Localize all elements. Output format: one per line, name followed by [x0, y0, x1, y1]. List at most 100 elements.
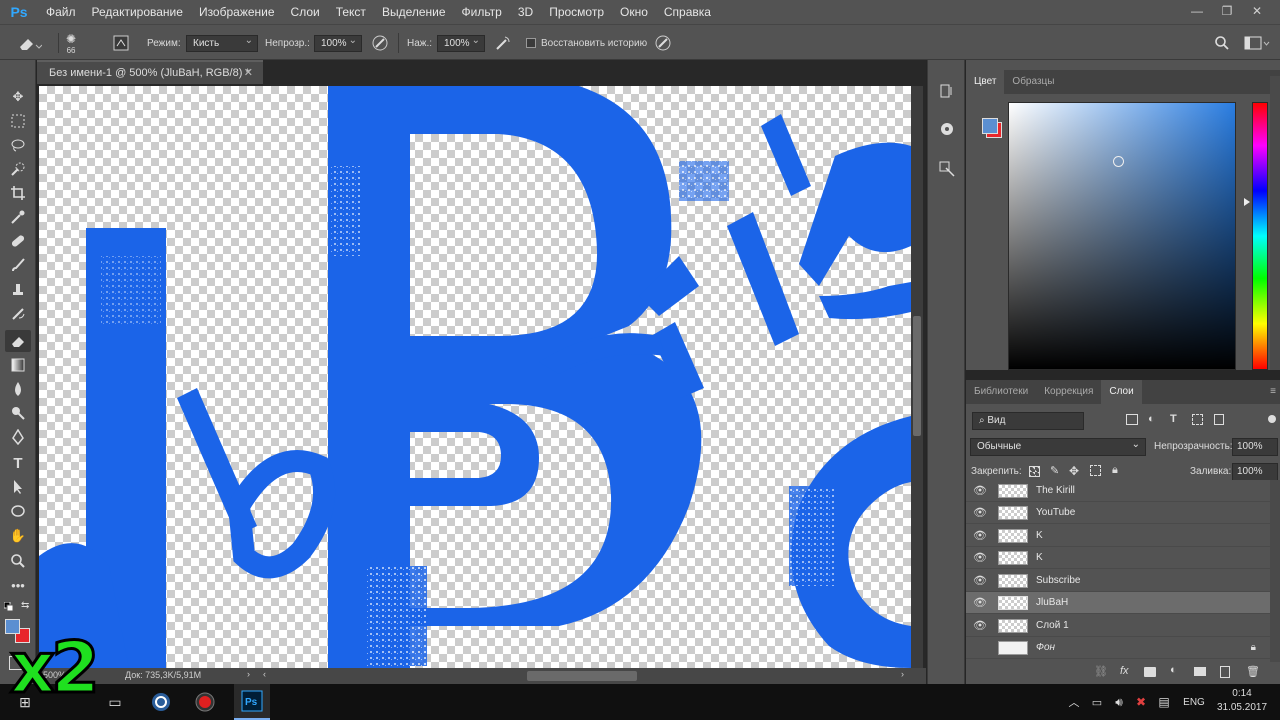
panel-menu-icon[interactable]: ≡	[1270, 386, 1276, 397]
tab-color[interactable]: Цвет	[966, 70, 1005, 94]
status-expand-icon[interactable]: ›	[247, 669, 250, 679]
language-indicator[interactable]: ENG	[1180, 684, 1208, 720]
filter-type-icon[interactable]: T	[1170, 413, 1177, 425]
blend-mode-select[interactable]: Обычные ⌄	[970, 438, 1146, 456]
menu-view[interactable]: Просмотр	[541, 0, 612, 24]
layer-row-jlubah[interactable]: 👁︎ JluBaH	[966, 592, 1270, 614]
tab-swatches[interactable]: Образцы	[1004, 70, 1062, 94]
close-document-icon[interactable]: ✕	[244, 62, 253, 84]
volume-icon[interactable]: 🔊︎	[1110, 684, 1128, 720]
pressure-opacity-icon[interactable]	[371, 25, 389, 61]
layer-row-layer-1[interactable]: 👁︎ Слой 1	[966, 615, 1270, 637]
pen-tool-icon[interactable]	[5, 426, 31, 448]
swap-colors-icon[interactable]: ⇆	[21, 600, 29, 611]
brush-size-picker[interactable]: ✺ 66	[66, 25, 76, 61]
filter-shape-icon[interactable]	[1192, 414, 1203, 425]
clock[interactable]: 0:14 31.05.2017	[1212, 687, 1272, 715]
tab-layers[interactable]: Слои	[1101, 380, 1142, 404]
visibility-eye-icon[interactable]: 👁︎	[966, 529, 994, 542]
clone-stamp-tool-icon[interactable]	[5, 278, 31, 300]
filter-pixel-icon[interactable]	[1126, 414, 1138, 425]
blur-tool-icon[interactable]	[5, 378, 31, 400]
path-selection-tool-icon[interactable]	[5, 476, 31, 498]
layer-row-subscribe[interactable]: 👁︎ Subscribe	[966, 570, 1270, 592]
menu-type[interactable]: Текст	[328, 0, 374, 24]
layer-row-k-2[interactable]: 👁︎ K	[966, 547, 1270, 569]
visibility-toggle-empty[interactable]: ·	[966, 642, 994, 654]
hand-tool-icon[interactable]: ✋	[5, 525, 31, 547]
lasso-tool-icon[interactable]	[5, 134, 31, 156]
type-tool-icon[interactable]: T	[5, 452, 31, 474]
fill-input[interactable]: 100%	[1232, 463, 1278, 481]
flow-input[interactable]: 100%	[437, 33, 485, 52]
tab-libraries[interactable]: Библиотеки	[966, 380, 1036, 404]
visibility-eye-icon[interactable]: 👁︎	[966, 619, 994, 632]
opacity-input[interactable]: 100%	[314, 33, 362, 52]
layer-row-youtube[interactable]: 👁︎ YouTube	[966, 502, 1270, 524]
history-panel-icon[interactable]	[936, 80, 958, 102]
scroll-left-icon[interactable]: ‹	[263, 669, 266, 679]
notifications-icon[interactable]: ▤	[1155, 684, 1173, 720]
layer-row-the-kirill[interactable]: 👁︎ The Kirill	[966, 480, 1270, 502]
visibility-eye-icon[interactable]: 👁︎	[966, 484, 994, 497]
dodge-tool-icon[interactable]	[5, 402, 31, 424]
menu-layers[interactable]: Слои	[283, 0, 328, 24]
properties-panel-icon[interactable]	[936, 118, 958, 140]
canvas[interactable]	[39, 86, 911, 668]
layer-opacity-input[interactable]: 100%	[1232, 438, 1278, 456]
workspace-icon[interactable]	[1244, 25, 1270, 61]
panel-fg-swatch[interactable]	[982, 118, 998, 134]
lock-position-icon[interactable]: ✥	[1069, 464, 1079, 478]
hue-slider[interactable]	[1252, 102, 1268, 370]
restore-icon[interactable]: ❐	[1212, 0, 1242, 22]
menu-select[interactable]: Выделение	[374, 0, 454, 24]
pressure-size-icon[interactable]	[654, 25, 672, 61]
layer-style-icon[interactable]: fx	[1120, 665, 1129, 677]
battery-icon[interactable]: ▭	[1088, 684, 1106, 720]
filter-smart-object-icon[interactable]	[1214, 414, 1224, 425]
default-colors-icon[interactable]	[3, 601, 14, 612]
mode-select[interactable]: Кисть	[186, 33, 258, 52]
more-tools-icon[interactable]: •••	[5, 574, 31, 596]
visibility-eye-icon[interactable]: 👁︎	[966, 596, 994, 609]
marquee-tool-icon[interactable]	[5, 110, 31, 132]
new-adjustment-layer-icon[interactable]: ◐	[1170, 664, 1177, 676]
lock-pixels-icon[interactable]: ✎	[1050, 464, 1059, 477]
recorder-app-icon[interactable]	[190, 684, 220, 720]
panel-scrollbar[interactable]	[1270, 76, 1280, 370]
lock-transparency-icon[interactable]	[1029, 466, 1040, 477]
search-icon[interactable]	[1214, 25, 1230, 61]
menu-file[interactable]: Файл	[38, 0, 84, 24]
vertical-scrollbar[interactable]	[911, 86, 923, 668]
brush-panel-icon[interactable]	[112, 25, 130, 61]
document-tab[interactable]: Без имени-1 @ 500% (JluBaH, RGB/8) * ✕	[37, 60, 263, 84]
delete-layer-icon[interactable]: 🗑︎	[1246, 665, 1260, 678]
layer-row-background[interactable]: · Фон 🔒︎	[966, 637, 1270, 659]
photoshop-taskbar-icon[interactable]: Ps	[234, 684, 270, 720]
filter-adjustment-icon[interactable]: ◐	[1148, 413, 1155, 425]
crop-tool-icon[interactable]	[5, 182, 31, 204]
new-group-icon[interactable]	[1194, 667, 1206, 676]
add-mask-icon[interactable]	[1144, 667, 1156, 677]
visibility-eye-icon[interactable]: 👁︎	[966, 551, 994, 564]
tab-adjustments[interactable]: Коррекция	[1036, 380, 1101, 404]
zoom-tool-icon[interactable]	[5, 550, 31, 572]
layer-row-k-1[interactable]: 👁︎ K	[966, 525, 1270, 547]
minimize-icon[interactable]: —	[1182, 0, 1212, 22]
ellipse-tool-icon[interactable]	[5, 500, 31, 522]
link-layers-icon[interactable]: ⛓︎	[1094, 665, 1108, 678]
scroll-right-icon[interactable]: ›	[901, 669, 904, 679]
new-layer-icon[interactable]	[1220, 666, 1230, 678]
filter-toggle[interactable]	[1268, 415, 1276, 423]
close-icon[interactable]: ✕	[1242, 0, 1272, 22]
color-picker-cursor[interactable]	[1113, 156, 1124, 167]
lock-artboard-icon[interactable]	[1090, 465, 1101, 476]
eraser-tool-preset-icon[interactable]	[16, 25, 42, 61]
adjustments-panel-icon[interactable]	[936, 158, 958, 180]
hue-slider-marker[interactable]	[1244, 198, 1250, 206]
healing-brush-tool-icon[interactable]	[5, 230, 31, 252]
vertical-scroll-thumb[interactable]	[913, 316, 921, 436]
menu-help[interactable]: Справка	[656, 0, 719, 24]
app-icon-circle[interactable]	[146, 684, 176, 720]
lock-all-icon[interactable]: 🔒︎	[1112, 464, 1118, 477]
